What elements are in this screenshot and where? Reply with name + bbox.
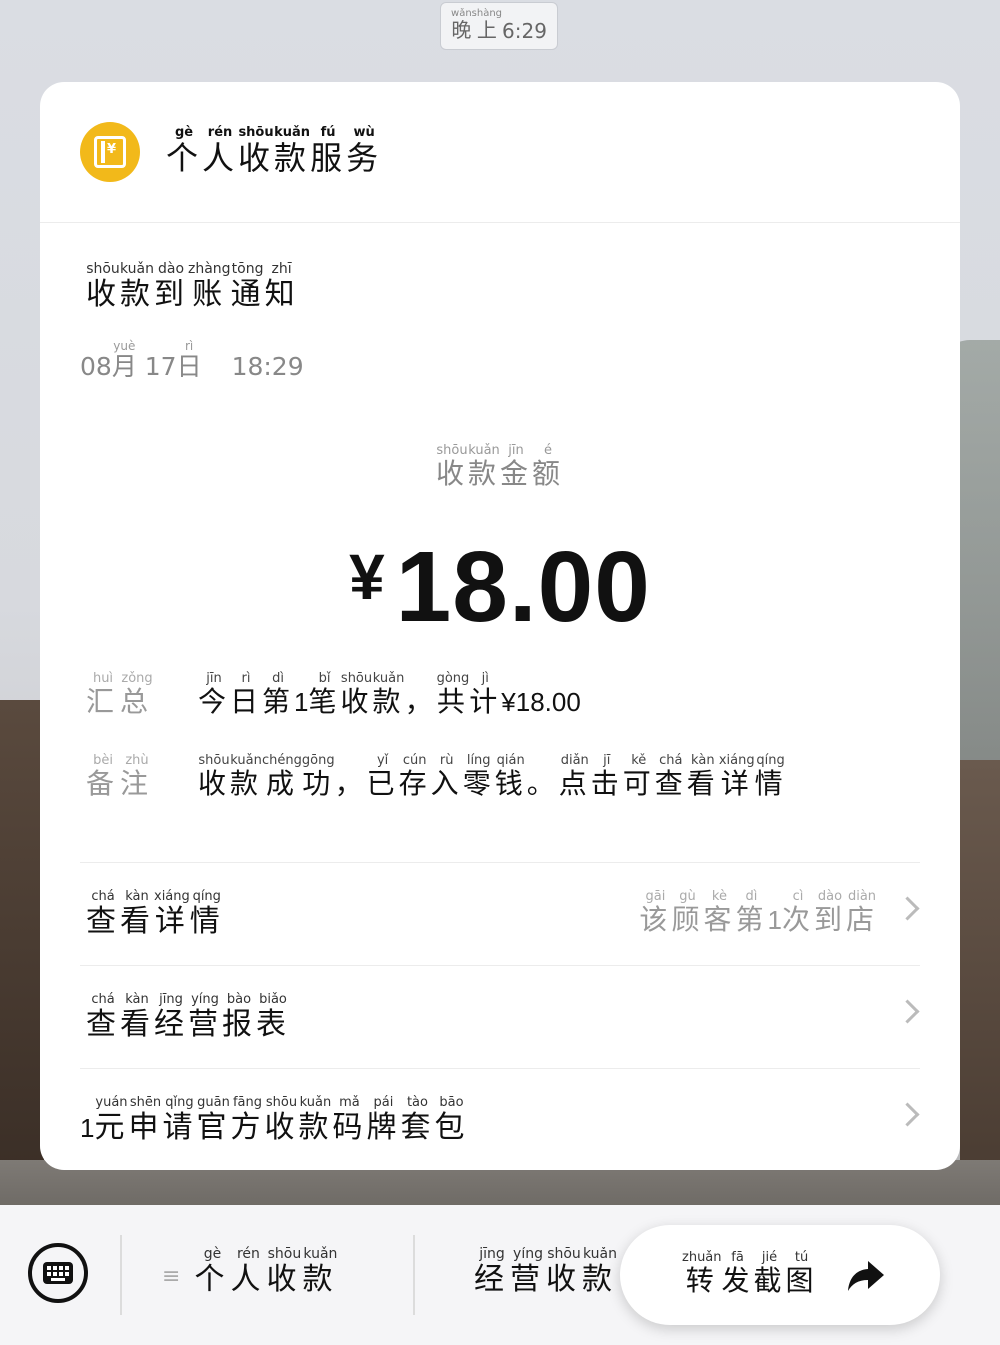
chevron-right-icon xyxy=(895,1102,920,1127)
remark-label: 备bèi注zhù xyxy=(86,753,155,800)
background-railing-left xyxy=(0,700,44,1180)
share-arrow-icon xyxy=(848,1261,884,1291)
menu-view-report[interactable]: 查chá看kàn经jīng营yíng报bào表biǎo xyxy=(80,967,920,1069)
divider xyxy=(80,1068,920,1069)
bottom-menu-bar: ≡ 个gè人rén收shōu款kuǎn 经jīng营yíng收shōu款kuǎn … xyxy=(0,1205,1000,1345)
amount-label: 收shōu款kuǎn金jīn额é xyxy=(435,443,565,490)
summary-value: 今jīn日rì第dì1笔bǐ收shōu款kuǎn，共gòng计jì¥18.00 xyxy=(198,671,581,718)
payment-notification-card[interactable]: ¥ 个gè人rén收shōu款kuǎn服fú务wù 收shōu款kuǎn到dào… xyxy=(40,82,960,1170)
customer-visit-note: 该gāi顾gù客kè第dì1次cì到dào店diàn xyxy=(639,889,878,936)
tab-personal-payment-label: 个gè人rén收shōu款kuǎn xyxy=(194,1246,339,1297)
chevron-right-icon xyxy=(895,999,920,1024)
menu-view-details[interactable]: 查chá看kàn详xiáng情qíng 该gāi顾gù客kè第dì1次cì到dà… xyxy=(80,864,920,966)
message-timestamp: 晚wǎn上shàng 6:29 xyxy=(440,2,558,50)
timestamp-prefix: 晚wǎn上shàng xyxy=(451,8,503,42)
summary-label: 汇huì总zǒng xyxy=(86,671,155,718)
chevron-right-icon xyxy=(895,896,920,921)
menu-view-report-label: 查chá看kàn经jīng营yíng报bào表biǎo xyxy=(86,992,290,1042)
background-railing-right xyxy=(960,760,1000,1180)
divider xyxy=(80,862,920,863)
tab-business-payment-label: 经jīng营yíng收shōu款kuǎn xyxy=(474,1247,618,1297)
forward-screenshot-label: 转zhuǎn发fā截jié图tú xyxy=(682,1250,818,1297)
currency-symbol: ¥ xyxy=(349,541,386,613)
remark-value: 收shōu款kuǎn成chéng功gōng，已yǐ存cún入rù零líng钱qi… xyxy=(198,753,787,800)
timestamp-time: 6:29 xyxy=(502,19,547,43)
forward-screenshot-button[interactable]: 转zhuǎn发fā截jié图tú xyxy=(620,1225,940,1325)
divider xyxy=(413,1235,415,1315)
tab-personal-payment[interactable]: ≡ 个gè人rén收shōu款kuǎn xyxy=(162,1246,339,1298)
divider xyxy=(120,1235,122,1315)
divider xyxy=(80,965,920,966)
notice-datetime: 08月yuè 17日rì 18:29 xyxy=(80,339,304,381)
service-title: 个gè人rén收shōu款kuǎn服fú务wù xyxy=(166,125,383,177)
menu-apply-qrcode[interactable]: 1元yuán申shēn请qǐng官guān方fāng收shōu款kuǎn码mǎ牌… xyxy=(80,1070,920,1170)
menu-lines-icon: ≡ xyxy=(162,1264,181,1289)
notice-title: 收shōu款kuǎn到dào账zhàng通tōng知zhī xyxy=(86,261,299,312)
menu-view-details-label: 查chá看kàn详xiáng情qíng xyxy=(86,889,224,939)
menu-apply-qrcode-label: 1元yuán申shēn请qǐng官guān方fāng收shōu款kuǎn码mǎ牌… xyxy=(80,1095,469,1145)
keyboard-icon[interactable] xyxy=(28,1243,88,1303)
card-header: ¥ 个gè人rén收shōu款kuǎn服fú务wù xyxy=(40,82,960,223)
tab-business-payment[interactable]: 经jīng营yíng收shōu款kuǎn xyxy=(474,1247,624,1298)
amount-value: ¥18.00 xyxy=(349,531,651,643)
wallet-book-icon: ¥ xyxy=(80,122,140,182)
